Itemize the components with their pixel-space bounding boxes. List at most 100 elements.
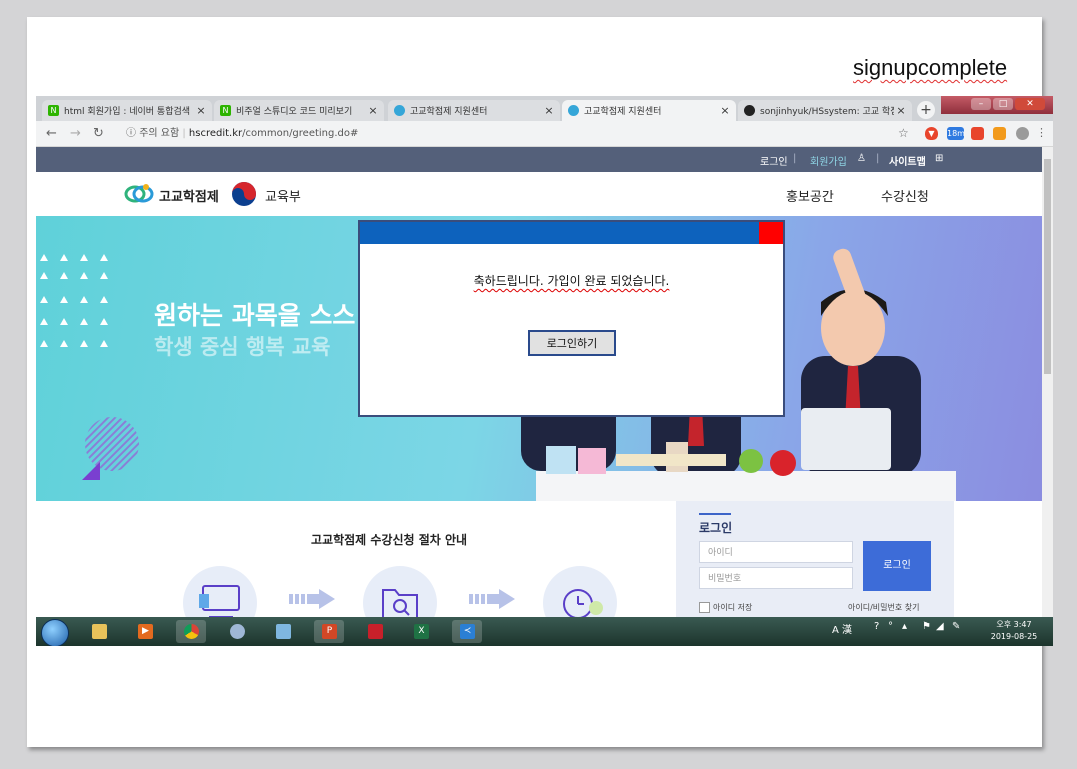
paint-icon [230,624,245,639]
step-alarm-clock-icon [543,566,617,617]
dialog-message: 축하드립니다. 가입이 완료 되었습니다. [360,272,783,289]
dialog-titlebar [360,222,783,244]
folder-icon [92,624,107,639]
system-clock[interactable]: 오후 3:47 2019-08-25 [983,619,1045,643]
chrome-icon [184,624,199,639]
hero-subheadline: 학생 중심 행복 교육 [154,335,331,359]
step-search-folder-icon [363,566,437,617]
taskbar-powerpoint[interactable]: P [314,620,344,643]
app-icon [368,624,383,639]
network-icon[interactable]: ◢ [936,621,944,632]
login-panel-title: 로그인 [699,513,733,535]
extension-icon[interactable] [971,127,984,140]
taskbar-chrome[interactable] [176,620,206,643]
flag-icon[interactable]: ⚑ [922,621,931,632]
window-controls: – □ ✕ [941,96,1053,114]
clock-time: 오후 3:47 [996,620,1032,629]
url-host: hscredit.kr [188,128,243,139]
remember-id-checkbox[interactable] [699,602,710,613]
taskbar-notes[interactable] [268,620,298,643]
close-icon[interactable]: × [194,104,208,117]
enrollment-guide-title: 고교학점제 수강신청 절차 안내 [311,533,468,547]
tab-hscredit-active[interactable]: 고교학점제 지원센터 × [562,100,736,121]
utility-bar: 로그인 | 회원가입 ♙ | 사이트맵 ⊞ [36,147,1042,172]
media-player-icon: ▶ [138,624,153,639]
signup-complete-dialog: 축하드립니다. 가입이 완료 되었습니다. 로그인하기 [358,220,785,417]
extension-icon[interactable] [993,127,1006,140]
decorative-circle-icon [82,417,139,480]
url-field[interactable]: ⓘ 주의 요함 | hscredit.kr/common/greeting.do… [118,124,918,143]
ime-language[interactable]: A 漢 [832,621,852,636]
grid-icon[interactable]: ⊞ [935,153,943,164]
arrow-icon [469,589,515,609]
back-icon[interactable]: ← [46,126,57,141]
taskbar-vscode[interactable]: ≺ [452,620,482,643]
profile-icon[interactable] [1016,127,1029,140]
scrollbar[interactable] [1042,147,1053,617]
clock-date: 2019-08-25 [990,632,1038,641]
minimize-icon[interactable]: – [971,98,991,110]
tab-naver-search[interactable]: N html 회원가입 : 네이버 통합검색 × [42,100,212,121]
id-input[interactable]: 아이디 [699,541,853,563]
menu-kebab-icon[interactable]: ⋮ [1036,126,1047,139]
tab-title: 고교학점제 지원센터 [410,107,488,117]
tab-title: 비주얼 스튜디오 코드 미리보기 [236,107,353,117]
close-icon[interactable]: × [366,104,380,117]
taskbar-paint[interactable] [222,620,252,643]
password-input[interactable]: 비밀번호 [699,567,853,589]
github-icon [744,105,755,116]
forward-icon[interactable]: → [70,126,81,141]
security-label: 주의 요함 [139,128,180,139]
util-sitemap-link[interactable]: 사이트맵 [889,153,926,168]
volume-icon[interactable]: ✎ [952,621,960,632]
start-button[interactable] [41,619,69,646]
reload-icon[interactable]: ↻ [93,126,104,141]
remember-id-label: 아이디 저장 [713,603,753,612]
powerpoint-icon: P [322,624,337,639]
brave-shield-icon[interactable]: ▼ [925,127,938,140]
bookmark-star-icon[interactable]: ☆ [898,126,909,140]
new-tab-button[interactable]: + [917,101,935,119]
extension-badge[interactable]: 18m [947,127,965,140]
tray-expand-icon[interactable]: ▴ [902,621,907,632]
tab-title: html 회원가입 : 네이버 통합검색 [64,107,191,117]
taskbar-explorer[interactable] [84,620,114,643]
logo-text[interactable]: 고교학점제 [159,186,219,205]
taskbar-app-red[interactable] [360,620,390,643]
close-window-icon[interactable]: ✕ [1015,98,1045,110]
taskbar: ▶ P X ≺ A 漢 ? ° ▴ ⚑ ◢ ✎ 오후 3:47 2019-08-… [36,617,1053,646]
login-submit-button[interactable]: 로그인 [863,541,931,591]
util-signup-link[interactable]: 회원가입 [810,153,847,168]
user-icon: ♙ [857,153,866,164]
website: 로그인 | 회원가입 ♙ | 사이트맵 ⊞ 고교학점제 교육부 홍보공간 수강신… [36,147,1042,617]
address-bar: ← → ↻ ⓘ 주의 요함 | hscredit.kr/common/greet… [36,121,1053,147]
tab-title: 고교학점제 지원센터 [584,107,662,117]
find-account-link[interactable]: 아이디/비밀번호 찾기 [848,602,919,613]
dialog-close-button[interactable] [759,222,783,244]
help-icon[interactable]: ? [874,621,879,632]
dialog-message-text: 축하드립니다. 가입이 완료 되었습니다. [473,274,670,288]
scrollbar-thumb[interactable] [1044,159,1051,374]
taskbar-media[interactable]: ▶ [130,620,160,643]
util-login-link[interactable]: 로그인 [760,153,788,168]
taskbar-excel[interactable]: X [406,620,436,643]
menu-enrollment[interactable]: 수강신청 [881,186,929,205]
step-computer-icon [183,566,257,617]
ministry-emblem-icon [231,181,257,207]
tab-github[interactable]: sonjinhyuk/HSsystem: 고교 학점 × [738,100,912,121]
url-path: /common/greeting.do# [242,128,359,139]
excel-icon: X [414,624,429,639]
close-icon[interactable]: × [894,104,908,117]
close-icon[interactable]: × [718,104,732,117]
slide-title: signupcomplete [853,55,1008,80]
info-icon[interactable]: ⓘ [126,128,136,139]
menu-promo[interactable]: 홍보공간 [786,186,834,205]
close-icon[interactable]: × [542,104,556,117]
maximize-icon[interactable]: □ [993,98,1013,110]
go-to-login-button[interactable]: 로그인하기 [528,330,616,356]
tab-vscode-preview[interactable]: N 비주얼 스튜디오 코드 미리보기 × [214,100,384,121]
tab-title: sonjinhyuk/HSsystem: 고교 학점 [760,107,894,117]
tab-hscredit[interactable]: 고교학점제 지원센터 × [388,100,560,121]
hscredit-icon [394,105,405,116]
tray-icon[interactable]: ° [888,621,893,632]
